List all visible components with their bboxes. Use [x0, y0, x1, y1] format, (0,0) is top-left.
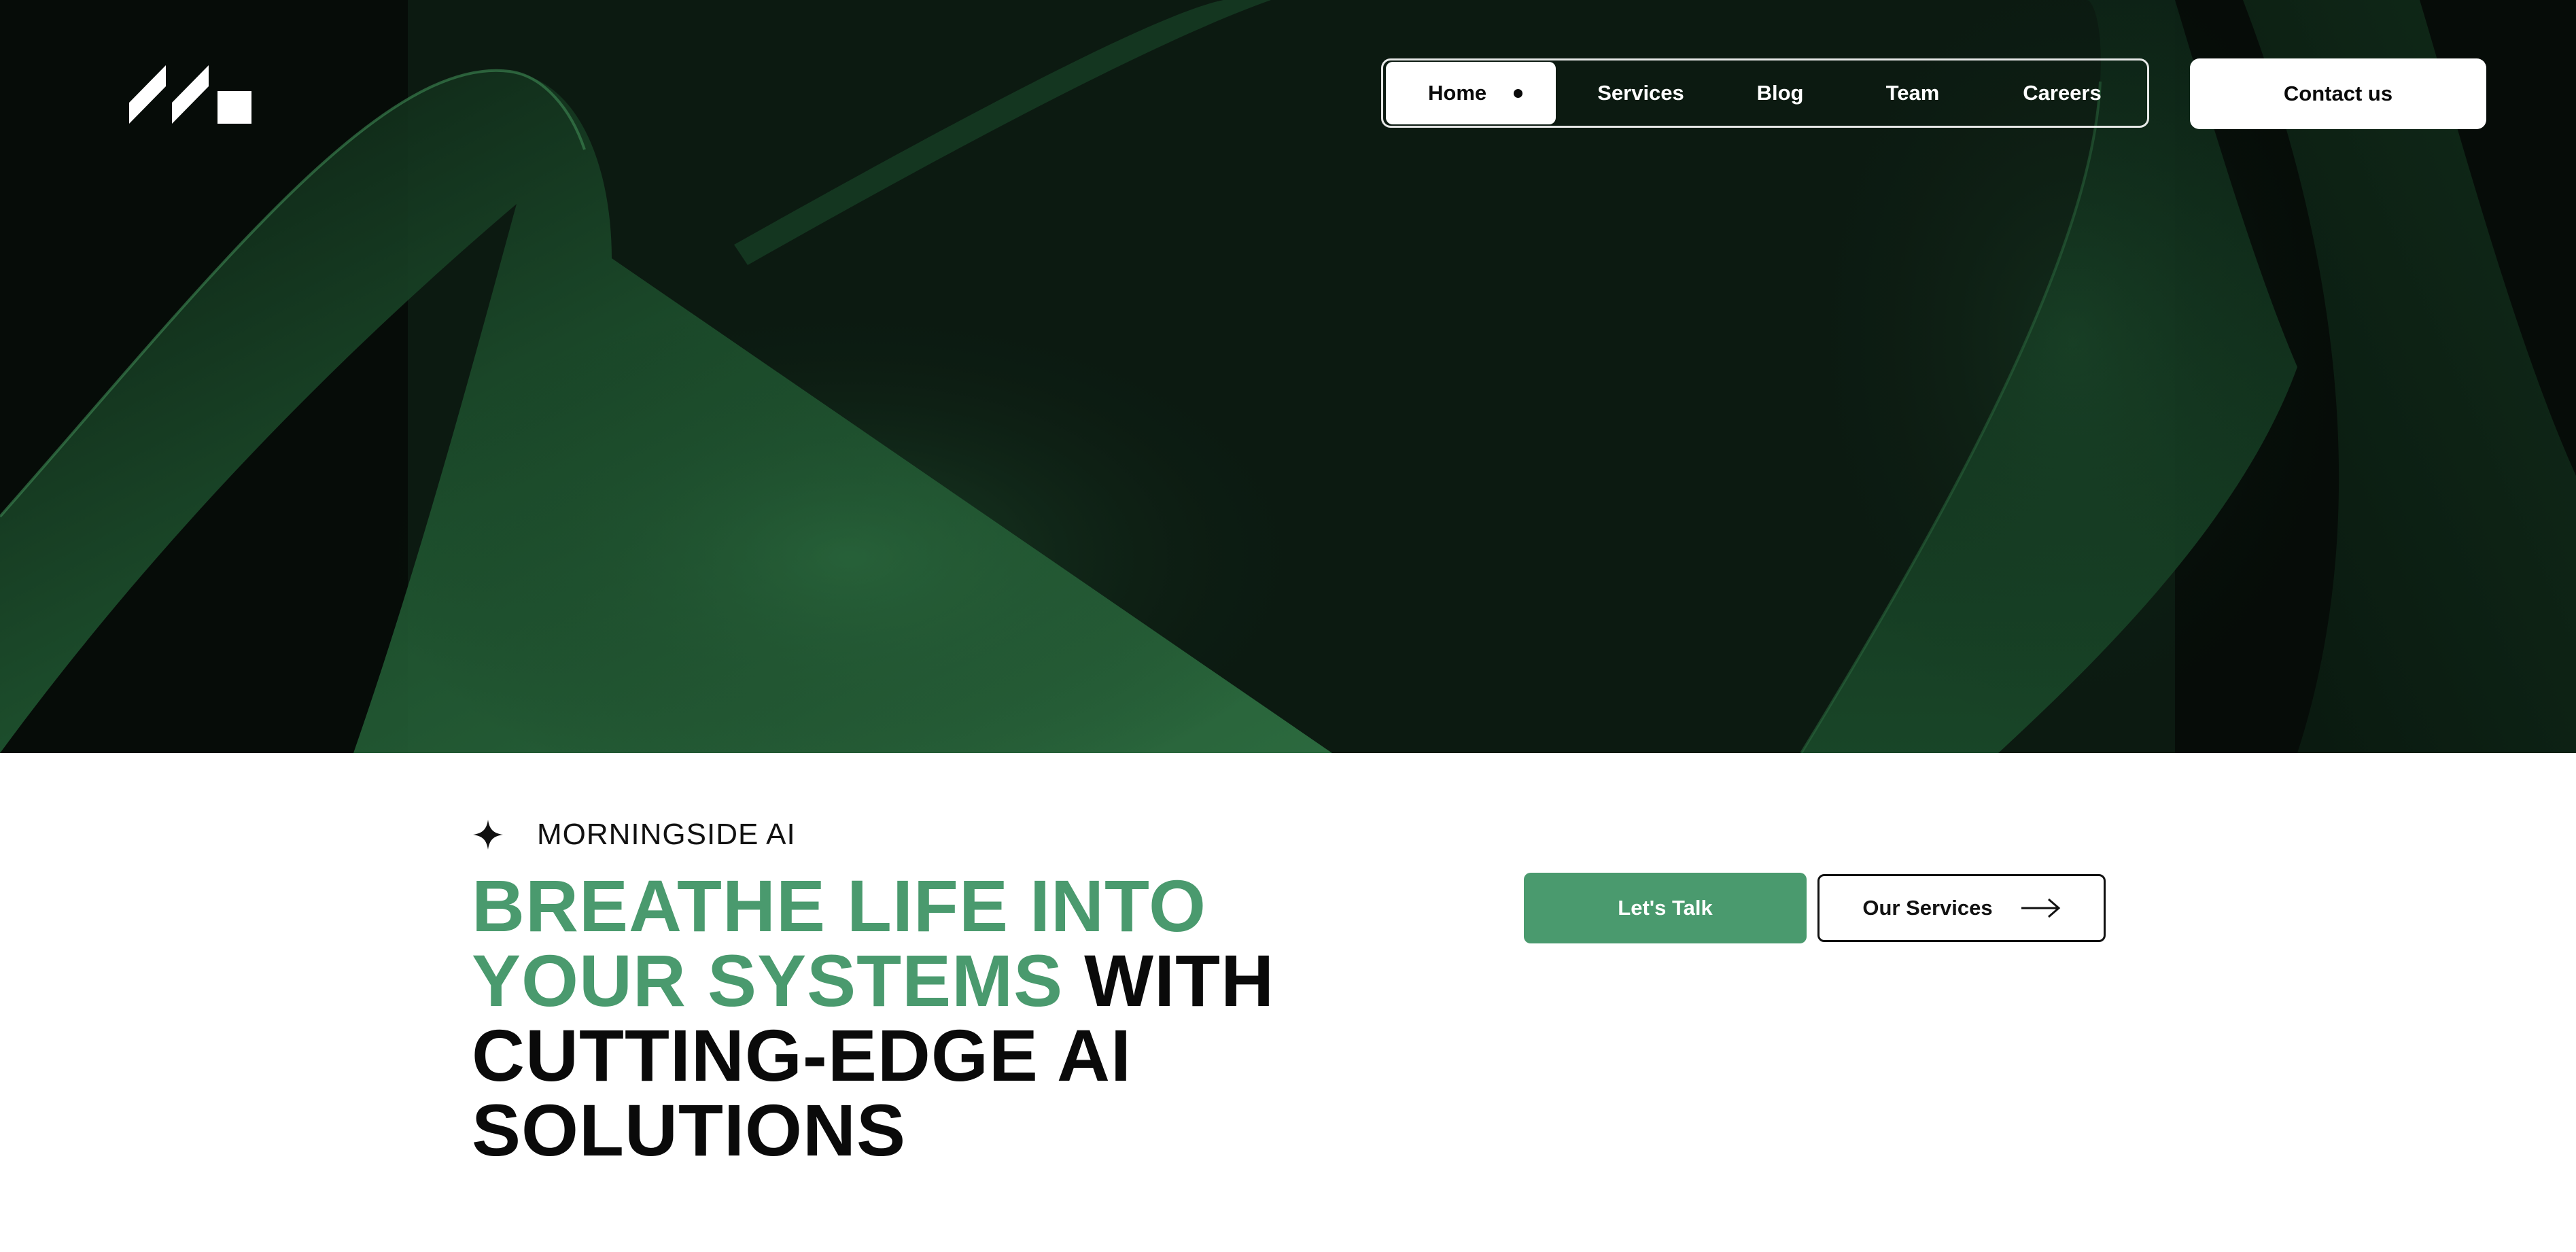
nav-item-label: Team	[1885, 81, 1940, 105]
nav-item-home[interactable]: Home	[1386, 62, 1556, 124]
contact-us-label: Contact us	[2283, 82, 2393, 105]
eyebrow: MORNINGSIDE AI	[473, 814, 796, 855]
main-nav: Home Services Blog Team Careers	[1381, 58, 2149, 128]
nav-item-team[interactable]: Team	[1834, 62, 1991, 124]
lets-talk-button[interactable]: Let's Talk	[1524, 873, 1807, 943]
our-services-button[interactable]: Our Services	[1817, 874, 2106, 942]
headline-rest-line-3: SOLUTIONS	[472, 1089, 907, 1171]
nav-item-label: Home	[1428, 81, 1487, 105]
nav-item-services[interactable]: Services	[1556, 62, 1726, 124]
nav-item-careers[interactable]: Careers	[1991, 62, 2134, 124]
headline-accent-line-1: BREATHE LIFE INTO	[472, 865, 1207, 947]
nav-item-label: Services	[1597, 81, 1684, 105]
nav-item-label: Blog	[1756, 81, 1804, 105]
headline-accent-line-2: YOUR SYSTEMS	[472, 939, 1064, 1022]
brand-logo-icon[interactable]	[129, 65, 251, 124]
active-dot-icon	[1514, 88, 1523, 98]
lets-talk-label: Let's Talk	[1618, 896, 1713, 920]
sparkle-icon	[473, 820, 503, 850]
contact-us-button[interactable]: Contact us	[2190, 58, 2486, 129]
headline-rest-line-1: WITH	[1084, 939, 1275, 1022]
page: Home Services Blog Team Careers Contact …	[0, 0, 2576, 1252]
arrow-right-icon	[2021, 898, 2060, 918]
nav-item-label: Careers	[2023, 81, 2102, 105]
eyebrow-text: MORNINGSIDE AI	[537, 818, 796, 851]
headline-rest-line-2: CUTTING-EDGE AI	[472, 1014, 1132, 1096]
hero-headline: BREATHE LIFE INTO YOUR SYSTEMS WITH CUTT…	[472, 869, 1355, 1168]
nav-item-blog[interactable]: Blog	[1726, 62, 1834, 124]
hero-banner: Home Services Blog Team Careers Contact …	[0, 0, 2576, 753]
our-services-label: Our Services	[1862, 896, 1993, 920]
